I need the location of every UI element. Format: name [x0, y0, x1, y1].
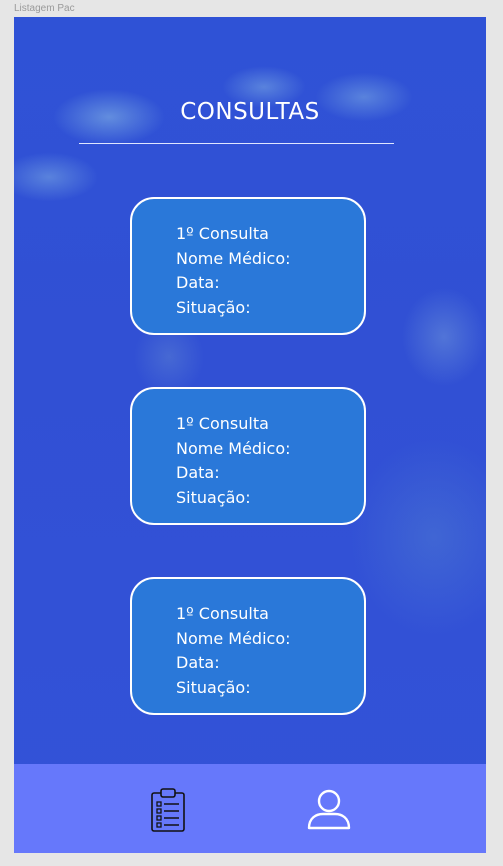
- consulta-card[interactable]: 1º Consulta Nome Médico: Data: Situação:: [130, 387, 366, 525]
- consulta-status: Situação:: [176, 677, 251, 697]
- user-profile-icon: [307, 789, 351, 830]
- consulta-status: Situação:: [176, 297, 251, 317]
- nav-consultas-button[interactable]: [143, 785, 193, 835]
- consulta-number: 1º Consulta: [176, 224, 269, 243]
- consulta-card[interactable]: 1º Consulta Nome Médico: Data: Situação:: [130, 197, 366, 335]
- clipboard-list-icon: [151, 788, 185, 832]
- consulta-date: Data:: [176, 273, 220, 292]
- consulta-date: Data:: [176, 653, 220, 672]
- consulta-number: 1º Consulta: [176, 604, 269, 623]
- consulta-number: 1º Consulta: [176, 414, 269, 433]
- page-title: CONSULTAS: [180, 99, 320, 125]
- consulta-card[interactable]: 1º Consulta Nome Médico: Data: Situação:: [130, 577, 366, 715]
- consulta-doctor-name: Nome Médico:: [176, 438, 291, 458]
- consulta-doctor-name: Nome Médico:: [176, 628, 291, 648]
- consultas-screen: CONSULTAS 1º Consulta Nome Médico: Data:…: [14, 17, 486, 853]
- title-divider: [79, 143, 394, 144]
- consulta-date: Data:: [176, 463, 220, 482]
- frame-label: Listagem Pac: [14, 3, 75, 14]
- nav-profile-button[interactable]: [304, 785, 354, 835]
- bottom-nav-bar: [14, 764, 486, 853]
- consulta-doctor-name: Nome Médico:: [176, 248, 291, 268]
- consulta-status: Situação:: [176, 487, 251, 507]
